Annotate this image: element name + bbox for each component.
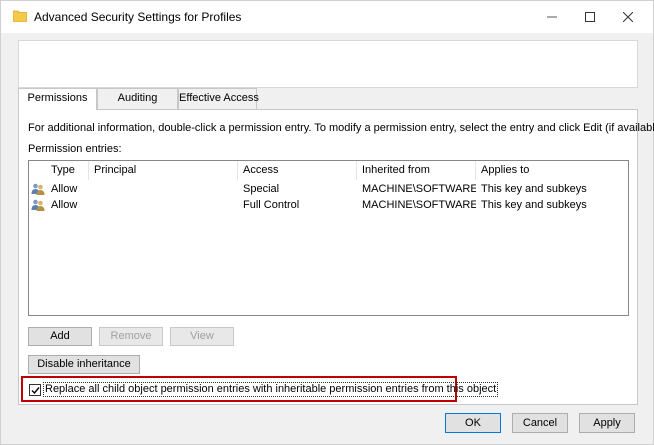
- maximize-icon[interactable]: [571, 1, 609, 33]
- security-settings-window: Advanced Security Settings for Profiles …: [0, 0, 654, 445]
- cell-principal: [89, 197, 238, 213]
- replace-child-permissions-checkbox[interactable]: [29, 384, 41, 396]
- close-icon[interactable]: [609, 1, 647, 33]
- table-row[interactable]: Allow Full Control MACHINE\SOFTWARE... T…: [29, 197, 628, 213]
- replace-child-permissions-highlight: Replace all child object permission entr…: [21, 376, 499, 402]
- remove-button[interactable]: Remove: [99, 327, 163, 346]
- cell-type: Allow: [51, 183, 78, 195]
- column-header-applies-to[interactable]: Applies to: [476, 161, 628, 180]
- cell-principal: [89, 181, 238, 197]
- window-title: Advanced Security Settings for Profiles: [34, 10, 242, 24]
- permissions-tab-page: For additional information, double-click…: [18, 109, 654, 405]
- cell-applies-to: This key and subkeys: [481, 183, 587, 195]
- cancel-button[interactable]: Cancel: [512, 413, 568, 433]
- replace-child-permissions-label[interactable]: Replace all child object permission entr…: [43, 382, 499, 397]
- ok-button[interactable]: OK: [445, 413, 501, 433]
- list-header: Type Principal Access Inherited from App…: [29, 161, 628, 180]
- column-header-principal[interactable]: Principal: [89, 161, 238, 180]
- permission-entries-list[interactable]: Type Principal Access Inherited from App…: [28, 160, 629, 316]
- minimize-icon[interactable]: [533, 1, 571, 33]
- cell-access: Special: [243, 183, 280, 195]
- cell-type: Allow: [51, 199, 78, 211]
- add-button[interactable]: Add: [28, 327, 92, 346]
- users-icon: [31, 182, 45, 196]
- view-button[interactable]: View: [170, 327, 234, 346]
- tab-effective-access[interactable]: Effective Access: [178, 88, 259, 109]
- column-header-inherited-from[interactable]: Inherited from: [357, 161, 476, 180]
- column-header-type[interactable]: Type: [46, 161, 89, 180]
- cell-applies-to: This key and subkeys: [481, 199, 587, 211]
- tab-permissions[interactable]: Permissions: [18, 88, 97, 110]
- permission-entries-label: Permission entries:: [28, 143, 122, 155]
- tab-auditing[interactable]: Auditing: [97, 88, 178, 109]
- title-bar[interactable]: Advanced Security Settings for Profiles: [1, 1, 653, 33]
- folder-icon: [12, 10, 28, 23]
- cell-inherited-from: MACHINE\SOFTWARE...: [362, 183, 476, 195]
- cell-access: Full Control: [243, 199, 300, 211]
- users-icon: [31, 198, 45, 212]
- table-row[interactable]: Allow Special MACHINE\SOFTWARE... This k…: [29, 181, 628, 197]
- disable-inheritance-button[interactable]: Disable inheritance: [28, 355, 140, 374]
- apply-button[interactable]: Apply: [579, 413, 635, 433]
- owner-info-panel: [18, 40, 638, 88]
- cell-inherited-from: MACHINE\SOFTWARE...: [362, 199, 476, 211]
- checkmark-icon: [31, 387, 40, 395]
- column-header-access[interactable]: Access: [238, 161, 357, 180]
- info-text: For additional information, double-click…: [28, 122, 654, 134]
